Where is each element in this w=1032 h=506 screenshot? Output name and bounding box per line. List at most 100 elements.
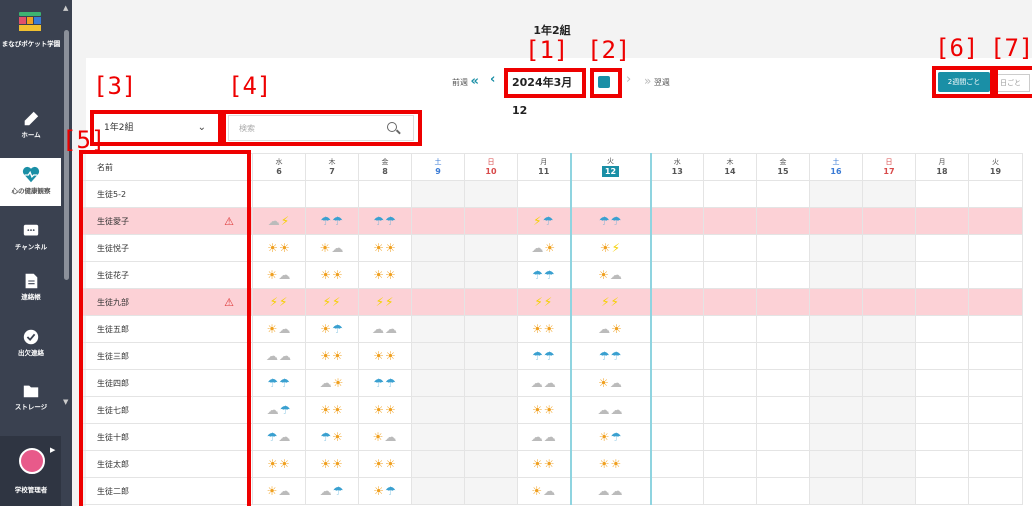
weather-cell[interactable]: ☀☂ <box>569 423 652 451</box>
weather-cell[interactable]: ☀☀ <box>358 450 412 478</box>
weather-cell[interactable] <box>411 342 465 370</box>
weather-cell[interactable]: ☀☀ <box>305 396 359 424</box>
weather-cell[interactable]: ⚡⚡ <box>358 288 412 316</box>
weather-cell[interactable] <box>862 369 916 397</box>
weather-cell[interactable] <box>650 234 704 262</box>
weather-cell[interactable] <box>968 288 1023 316</box>
weather-cell[interactable] <box>650 315 704 343</box>
weather-cell[interactable]: ☁☂ <box>305 477 359 505</box>
weather-cell[interactable] <box>756 369 810 397</box>
weather-cell[interactable] <box>968 423 1023 451</box>
weather-cell[interactable] <box>915 450 969 478</box>
weather-cell[interactable] <box>756 342 810 370</box>
weather-cell[interactable] <box>756 423 810 451</box>
weather-cell[interactable] <box>569 180 652 208</box>
weather-cell[interactable]: ☂☂ <box>569 342 652 370</box>
weather-cell[interactable] <box>411 423 465 451</box>
weather-cell[interactable]: ☂☁ <box>252 423 306 451</box>
scrollbar-thumb[interactable] <box>64 30 69 280</box>
next-week-button[interactable]: » 翌週 <box>644 74 670 88</box>
weather-cell[interactable] <box>862 396 916 424</box>
weather-cell[interactable] <box>862 315 916 343</box>
weather-cell[interactable]: ⚡⚡ <box>517 288 571 316</box>
weather-cell[interactable]: ☀☂ <box>305 315 359 343</box>
weather-cell[interactable] <box>809 450 863 478</box>
weather-cell[interactable] <box>862 342 916 370</box>
prev-week-button[interactable]: 前週 « <box>452 74 479 89</box>
weather-cell[interactable] <box>411 396 465 424</box>
weather-cell[interactable]: ☁⚡ <box>252 207 306 235</box>
weather-cell[interactable]: ☁☀ <box>305 369 359 397</box>
weather-cell[interactable] <box>915 423 969 451</box>
weather-cell[interactable] <box>464 315 518 343</box>
weather-cell[interactable] <box>809 396 863 424</box>
weather-cell[interactable] <box>517 180 571 208</box>
weather-cell[interactable] <box>968 180 1023 208</box>
weather-cell[interactable] <box>968 315 1023 343</box>
weather-cell[interactable]: ☀⚡ <box>569 234 652 262</box>
weather-cell[interactable]: ☂☂ <box>358 207 412 235</box>
weather-cell[interactable] <box>862 477 916 505</box>
weather-cell[interactable] <box>411 369 465 397</box>
weather-cell[interactable] <box>650 342 704 370</box>
weather-cell[interactable] <box>756 450 810 478</box>
weather-cell[interactable] <box>650 261 704 289</box>
weather-cell[interactable] <box>756 315 810 343</box>
weather-cell[interactable]: ☀☁ <box>252 477 306 505</box>
weather-cell[interactable] <box>809 477 863 505</box>
weather-cell[interactable]: ☀☀ <box>517 450 571 478</box>
weather-cell[interactable] <box>756 396 810 424</box>
weather-cell[interactable] <box>411 450 465 478</box>
sidebar-item-health-check[interactable]: 心の健康観察 <box>0 158 62 206</box>
weather-cell[interactable]: ☀☁ <box>252 261 306 289</box>
sidebar-item-notebook[interactable]: 連絡帳 <box>0 272 62 312</box>
weather-cell[interactable] <box>464 450 518 478</box>
weather-cell[interactable]: ☀☀ <box>358 234 412 262</box>
weather-cell[interactable] <box>809 288 863 316</box>
weather-cell[interactable] <box>809 369 863 397</box>
weather-cell[interactable] <box>650 207 704 235</box>
weather-cell[interactable] <box>862 423 916 451</box>
weather-cell[interactable] <box>915 396 969 424</box>
weather-cell[interactable]: ☀☀ <box>517 315 571 343</box>
weather-cell[interactable] <box>756 234 810 262</box>
weather-cell[interactable]: ☀☀ <box>358 261 412 289</box>
weather-cell[interactable]: ☀☀ <box>569 450 652 478</box>
weather-cell[interactable] <box>703 342 757 370</box>
weather-cell[interactable] <box>464 261 518 289</box>
weather-cell[interactable]: ☁☂ <box>252 396 306 424</box>
weather-cell[interactable]: ☀☁ <box>305 234 359 262</box>
weather-cell[interactable]: ☂☂ <box>305 207 359 235</box>
weather-cell[interactable] <box>252 180 306 208</box>
weather-cell[interactable]: ☁☁ <box>358 315 412 343</box>
weather-cell[interactable] <box>464 369 518 397</box>
weather-cell[interactable] <box>915 342 969 370</box>
weather-cell[interactable]: ☂☂ <box>358 369 412 397</box>
weather-cell[interactable]: ☁☁ <box>517 423 571 451</box>
next-day-button[interactable]: › <box>626 72 631 87</box>
weather-cell[interactable]: ☀☀ <box>305 342 359 370</box>
weather-cell[interactable]: ☀☁ <box>252 315 306 343</box>
weather-cell[interactable] <box>809 234 863 262</box>
weather-cell[interactable] <box>703 315 757 343</box>
weather-cell[interactable] <box>703 423 757 451</box>
sidebar-item-storage[interactable]: ストレージ <box>0 382 62 422</box>
weather-cell[interactable] <box>756 180 810 208</box>
weather-cell[interactable] <box>809 315 863 343</box>
weather-cell[interactable] <box>809 207 863 235</box>
weather-cell[interactable] <box>809 261 863 289</box>
weather-cell[interactable]: ☀☀ <box>358 342 412 370</box>
weather-cell[interactable]: ☀☀ <box>252 450 306 478</box>
weather-cell[interactable]: ⚡⚡ <box>569 288 652 316</box>
weather-cell[interactable]: ⚡☂ <box>517 207 571 235</box>
weather-cell[interactable] <box>968 369 1023 397</box>
weather-cell[interactable] <box>756 288 810 316</box>
weather-cell[interactable]: ☁☁ <box>569 477 652 505</box>
weather-cell[interactable] <box>968 207 1023 235</box>
weather-cell[interactable] <box>809 423 863 451</box>
weather-cell[interactable] <box>915 234 969 262</box>
weather-cell[interactable] <box>305 180 359 208</box>
weather-cell[interactable]: ☁☀ <box>569 315 652 343</box>
weather-cell[interactable] <box>703 234 757 262</box>
weather-cell[interactable] <box>862 450 916 478</box>
